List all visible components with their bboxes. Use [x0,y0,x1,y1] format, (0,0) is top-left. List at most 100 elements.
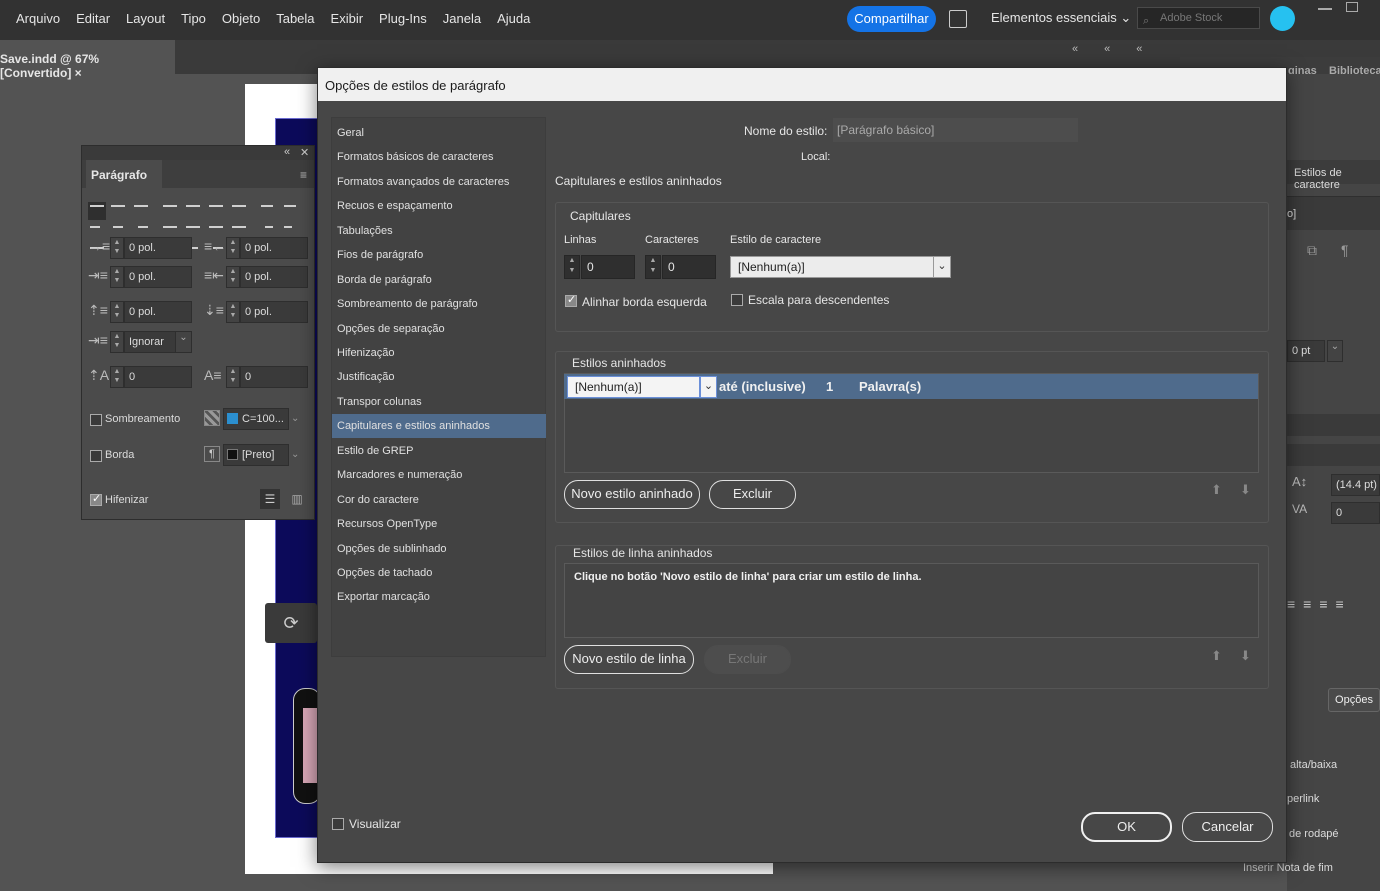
menu-editar[interactable]: Editar [76,11,110,26]
chevron-down-icon[interactable]: ⌄ [1327,340,1343,362]
justify-left-icon[interactable] [163,202,181,249]
dropcap-lines-field[interactable]: 0 [124,366,192,388]
align-spine-icon[interactable] [261,202,279,249]
category-item[interactable]: Opções de sublinhado [332,537,546,561]
new-line-style-button[interactable]: Novo estilo de linha [564,645,694,674]
collapse-panels-icon[interactable]: ««« [1072,43,1168,55]
category-item-selected[interactable]: Capitulares e estilos aninhados [332,414,546,438]
spinner-icon[interactable]: ▲ ▼ [226,366,240,388]
spinner-icon[interactable]: ▲ ▼ [110,301,124,323]
maximize-icon[interactable] [1346,2,1358,12]
menu-item-case[interactable]: alta/baixa [1290,759,1337,771]
nested-through-label[interactable]: até (inclusive) [719,379,806,394]
publish-online-icon[interactable] [949,10,967,28]
menu-ajuda[interactable]: Ajuda [497,11,530,26]
right-indent-field[interactable]: 0 pol. [240,237,308,259]
spinner-icon[interactable]: ▲ ▼ [110,237,124,259]
dropcap-chars-input[interactable]: 0 [662,255,716,279]
minimize-icon[interactable] [1318,8,1332,10]
close-icon[interactable]: ✕ [300,146,309,159]
move-down-icon[interactable]: ⬇ [1240,648,1251,664]
align-center-icon[interactable] [111,202,129,249]
spinner-icon[interactable]: ▲ ▼ [226,237,240,259]
category-item[interactable]: Tabulações [332,219,546,243]
cancel-button[interactable]: Cancelar [1182,812,1273,842]
category-item[interactable]: Sombreamento de parágrafo [332,292,546,316]
document-tab[interactable]: Save.indd @ 67% [Convertido] × [0,40,175,80]
align-right-icon[interactable] [134,202,152,249]
first-line-indent-field[interactable]: 0 pol. [124,266,192,288]
new-nested-style-button[interactable]: Novo estilo aninhado [564,480,700,509]
category-item[interactable]: Recuos e espaçamento [332,194,546,218]
panel-menu-icon[interactable]: ≡ [300,168,307,182]
hyphenate-checkbox[interactable] [90,492,102,506]
category-item[interactable]: Cor do caractere [332,488,546,512]
paragraph-mark-icon[interactable]: ¶ [1341,242,1349,258]
left-indent-field[interactable]: 0 pol. [124,237,192,259]
move-up-icon[interactable]: ⬆ [1211,482,1222,498]
category-item[interactable]: Fios de parágrafo [332,243,546,267]
spinner-icon[interactable]: ▲ ▼ [110,331,124,353]
align-left-icon[interactable] [88,202,106,249]
chevron-down-icon[interactable]: ⌄ [933,256,951,278]
right-align-icons[interactable]: ≡≡≡≡ [1287,596,1352,612]
align-away-spine-icon[interactable] [284,202,302,249]
creative-cloud-icon[interactable] [1270,6,1295,31]
category-item[interactable]: Borda de parágrafo [332,268,546,292]
menu-layout[interactable]: Layout [126,11,165,26]
justify-center-icon[interactable] [186,202,204,249]
shading-tint-icon[interactable] [204,410,220,426]
category-item[interactable]: Hifenização [332,341,546,365]
category-item[interactable]: Recursos OpenType [332,512,546,536]
chevron-down-icon[interactable]: ⌄ [700,376,717,398]
category-item[interactable]: Opções de tachado [332,561,546,585]
menu-plugins[interactable]: Plug-Ins [379,11,427,26]
menu-arquivo[interactable]: Arquivo [16,11,60,26]
spinner-icon[interactable]: ▲ ▼ [226,301,240,323]
border-settings-icon[interactable]: ¶ [204,446,220,462]
category-item[interactable]: Formatos básicos de caracteres [332,145,546,169]
justify-right-icon[interactable] [209,202,227,249]
style-name-field[interactable]: [Parágrafo básico] [833,118,1078,142]
dropcap-lines-input[interactable]: 0 [581,255,635,279]
chevron-down-icon[interactable]: ⌄ [175,331,192,353]
spinner-icon[interactable]: ▲ ▼ [645,255,661,279]
menu-exibir[interactable]: Exibir [331,11,364,26]
options-button[interactable]: Opções [1328,688,1380,712]
menu-item-hyperlink[interactable]: perlink [1287,793,1319,805]
last-line-indent-field[interactable]: 0 pol. [240,266,308,288]
leading-field[interactable]: (14.4 pt) [1331,474,1380,496]
shading-checkbox[interactable] [90,414,102,426]
menu-item-footnote[interactable]: de rodapé [1289,828,1339,840]
tracking-field[interactable]: 0 [1331,502,1380,524]
menu-tabela[interactable]: Tabela [276,11,314,26]
move-up-icon[interactable]: ⬆ [1211,648,1222,664]
preview-checkbox[interactable] [332,818,344,830]
workspace-switcher[interactable]: Elementos essenciais ⌄ [991,10,1131,26]
category-item[interactable]: Exportar marcação [332,585,546,609]
rotate-icon[interactable]: ⟳ [265,603,317,643]
category-item[interactable]: Justificação [332,365,546,389]
spinner-icon[interactable]: ▲ ▼ [110,266,124,288]
category-item[interactable]: Marcadores e numeração [332,463,546,487]
share-button[interactable]: Compartilhar [847,6,936,32]
char-styles-tab[interactable]: Estilos de caractere [1294,167,1380,191]
spinner-icon[interactable]: ▲ ▼ [564,255,580,279]
stock-search-input[interactable]: ⌕ Adobe Stock [1137,7,1260,29]
chevron-down-icon[interactable]: ⌄ [291,408,299,430]
nested-count[interactable]: 1 [826,379,833,394]
collapse-icon[interactable]: « [284,146,290,158]
category-item[interactable]: Opções de separação [332,317,546,341]
space-after-field[interactable]: 0 pol. [240,301,308,323]
close-icon[interactable]: × [75,66,82,80]
right-field-1[interactable]: o] [1287,208,1296,220]
chevron-down-icon[interactable]: ⌄ [291,444,299,466]
spacing-field[interactable]: 0 pt [1287,340,1325,362]
spinner-icon[interactable]: ▲ ▼ [110,366,124,388]
char-style-select[interactable]: [Nenhum(a)] [730,256,935,278]
move-down-icon[interactable]: ⬇ [1240,482,1251,498]
menu-janela[interactable]: Janela [443,11,481,26]
category-item[interactable]: Transpor colunas [332,390,546,414]
scale-descenders-checkbox[interactable] [731,294,743,306]
space-before-field[interactable]: 0 pol. [124,301,192,323]
